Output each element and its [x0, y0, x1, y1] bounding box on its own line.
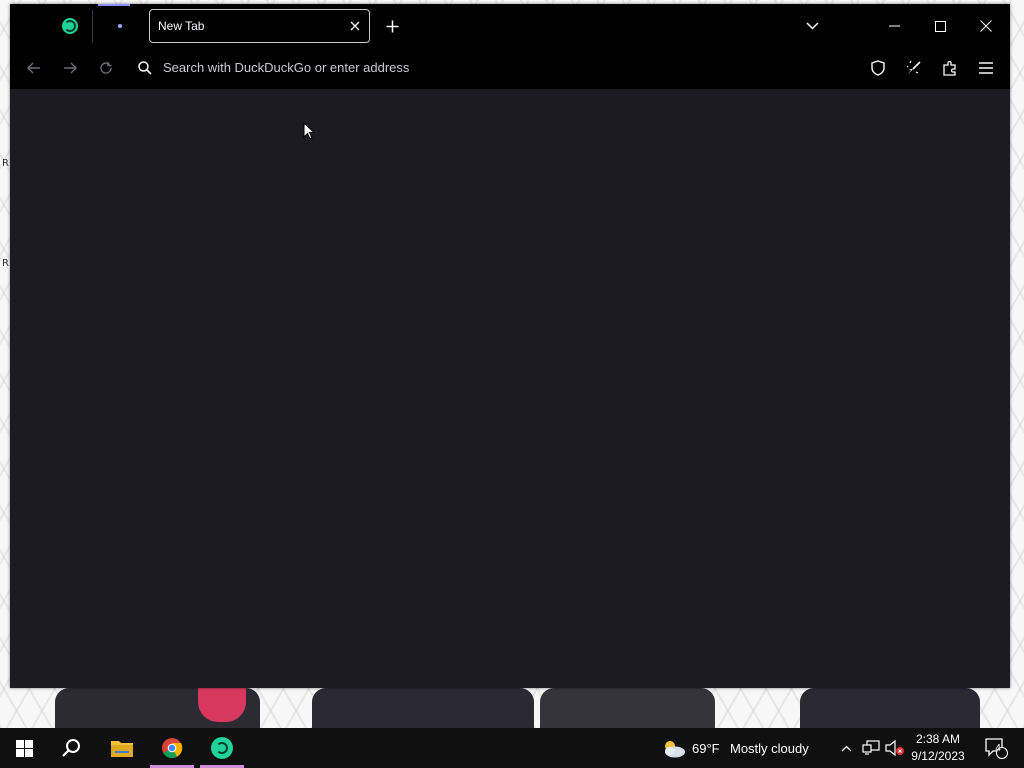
wallpaper-figure	[312, 688, 534, 728]
wallpaper-edge-mark: R	[2, 258, 9, 269]
notification-count: 4	[995, 743, 1001, 754]
url-input[interactable]: Search with DuckDuckGo or enter address	[163, 60, 409, 75]
clock[interactable]: 2:38 AM 9/12/2023	[906, 731, 970, 765]
new-tab-button[interactable]	[380, 14, 404, 38]
shield-icon	[871, 60, 885, 76]
network-button[interactable]	[860, 728, 882, 768]
list-all-tabs-button[interactable]	[800, 14, 824, 38]
search-icon	[62, 739, 80, 757]
close-window-button[interactable]	[970, 10, 1002, 42]
minimize-icon	[888, 25, 900, 27]
volume-muted-icon	[885, 740, 904, 756]
broom-icon	[906, 60, 921, 74]
chrome-icon	[162, 738, 183, 759]
clock-date: 9/12/2023	[911, 749, 965, 763]
extensions-button[interactable]	[938, 56, 962, 80]
weather-button[interactable]	[658, 728, 688, 768]
reload-icon	[100, 62, 112, 74]
forward-button[interactable]	[58, 56, 82, 80]
action-center-button[interactable]: 4	[978, 728, 1014, 768]
tab-indicator-line	[98, 4, 130, 6]
file-explorer-button[interactable]	[98, 728, 146, 768]
tab-title: New Tab	[158, 19, 205, 33]
back-button[interactable]	[22, 56, 46, 80]
search-icon-wrap	[134, 56, 156, 80]
tor-browser-icon	[211, 737, 233, 759]
pinned-tab-loading[interactable]	[110, 18, 130, 34]
extensions-icon	[943, 60, 956, 76]
tab-close-button[interactable]	[344, 15, 366, 37]
tor-browser-button[interactable]	[198, 728, 246, 768]
tor-browser-icon	[62, 18, 78, 34]
menu-button[interactable]	[974, 56, 998, 80]
mouse-cursor-icon	[303, 122, 315, 140]
shield-button[interactable]	[866, 56, 890, 80]
new-identity-button[interactable]	[902, 56, 926, 80]
wallpaper-figure-accent	[198, 688, 246, 722]
folder-icon	[111, 741, 133, 757]
close-icon	[350, 21, 360, 31]
clock-time: 2:38 AM	[915, 732, 961, 746]
forward-icon	[64, 62, 77, 74]
weather-temperature: 69°F	[692, 740, 720, 756]
browser-window: New Tab Search with DuckDuckGo or enter …	[10, 4, 1010, 688]
weather-condition[interactable]: Mostly cloudy	[730, 728, 822, 768]
search-icon	[138, 61, 152, 75]
wallpaper-figure	[800, 688, 980, 728]
loading-dot-icon	[118, 24, 122, 28]
pinned-separator	[92, 10, 93, 42]
chevron-up-icon	[841, 745, 851, 751]
show-hidden-icons-button[interactable]	[836, 728, 856, 768]
cloud-icon	[665, 741, 685, 758]
pinned-tab-tor[interactable]	[60, 18, 80, 34]
wallpaper-figure	[540, 688, 715, 728]
tab-strip: New Tab	[10, 4, 1010, 48]
chrome-button[interactable]	[148, 728, 196, 768]
reload-button[interactable]	[94, 56, 118, 80]
start-button[interactable]	[0, 728, 48, 768]
close-icon	[980, 20, 992, 32]
weather-temp[interactable]: 69°F	[692, 728, 724, 768]
network-icon	[862, 740, 880, 755]
chevron-down-icon	[805, 22, 819, 30]
navigation-toolbar: Search with DuckDuckGo or enter address	[10, 48, 1010, 89]
plus-icon	[386, 20, 398, 32]
windows-icon	[15, 739, 33, 757]
volume-button[interactable]	[884, 728, 906, 768]
tab-new-tab[interactable]: New Tab	[149, 9, 370, 43]
menu-icon	[979, 62, 993, 74]
maximize-icon	[934, 20, 946, 32]
maximize-button[interactable]	[924, 10, 956, 42]
minimize-button[interactable]	[878, 10, 910, 42]
wallpaper-edge-mark: R	[2, 158, 9, 169]
back-icon	[27, 62, 40, 74]
search-button[interactable]	[48, 728, 96, 768]
taskbar: 69°F Mostly cloudy 2:38 AM 9/12/2023 4	[0, 728, 1024, 768]
page-content[interactable]	[10, 89, 1010, 688]
weather-condition-label: Mostly cloudy	[730, 740, 809, 756]
